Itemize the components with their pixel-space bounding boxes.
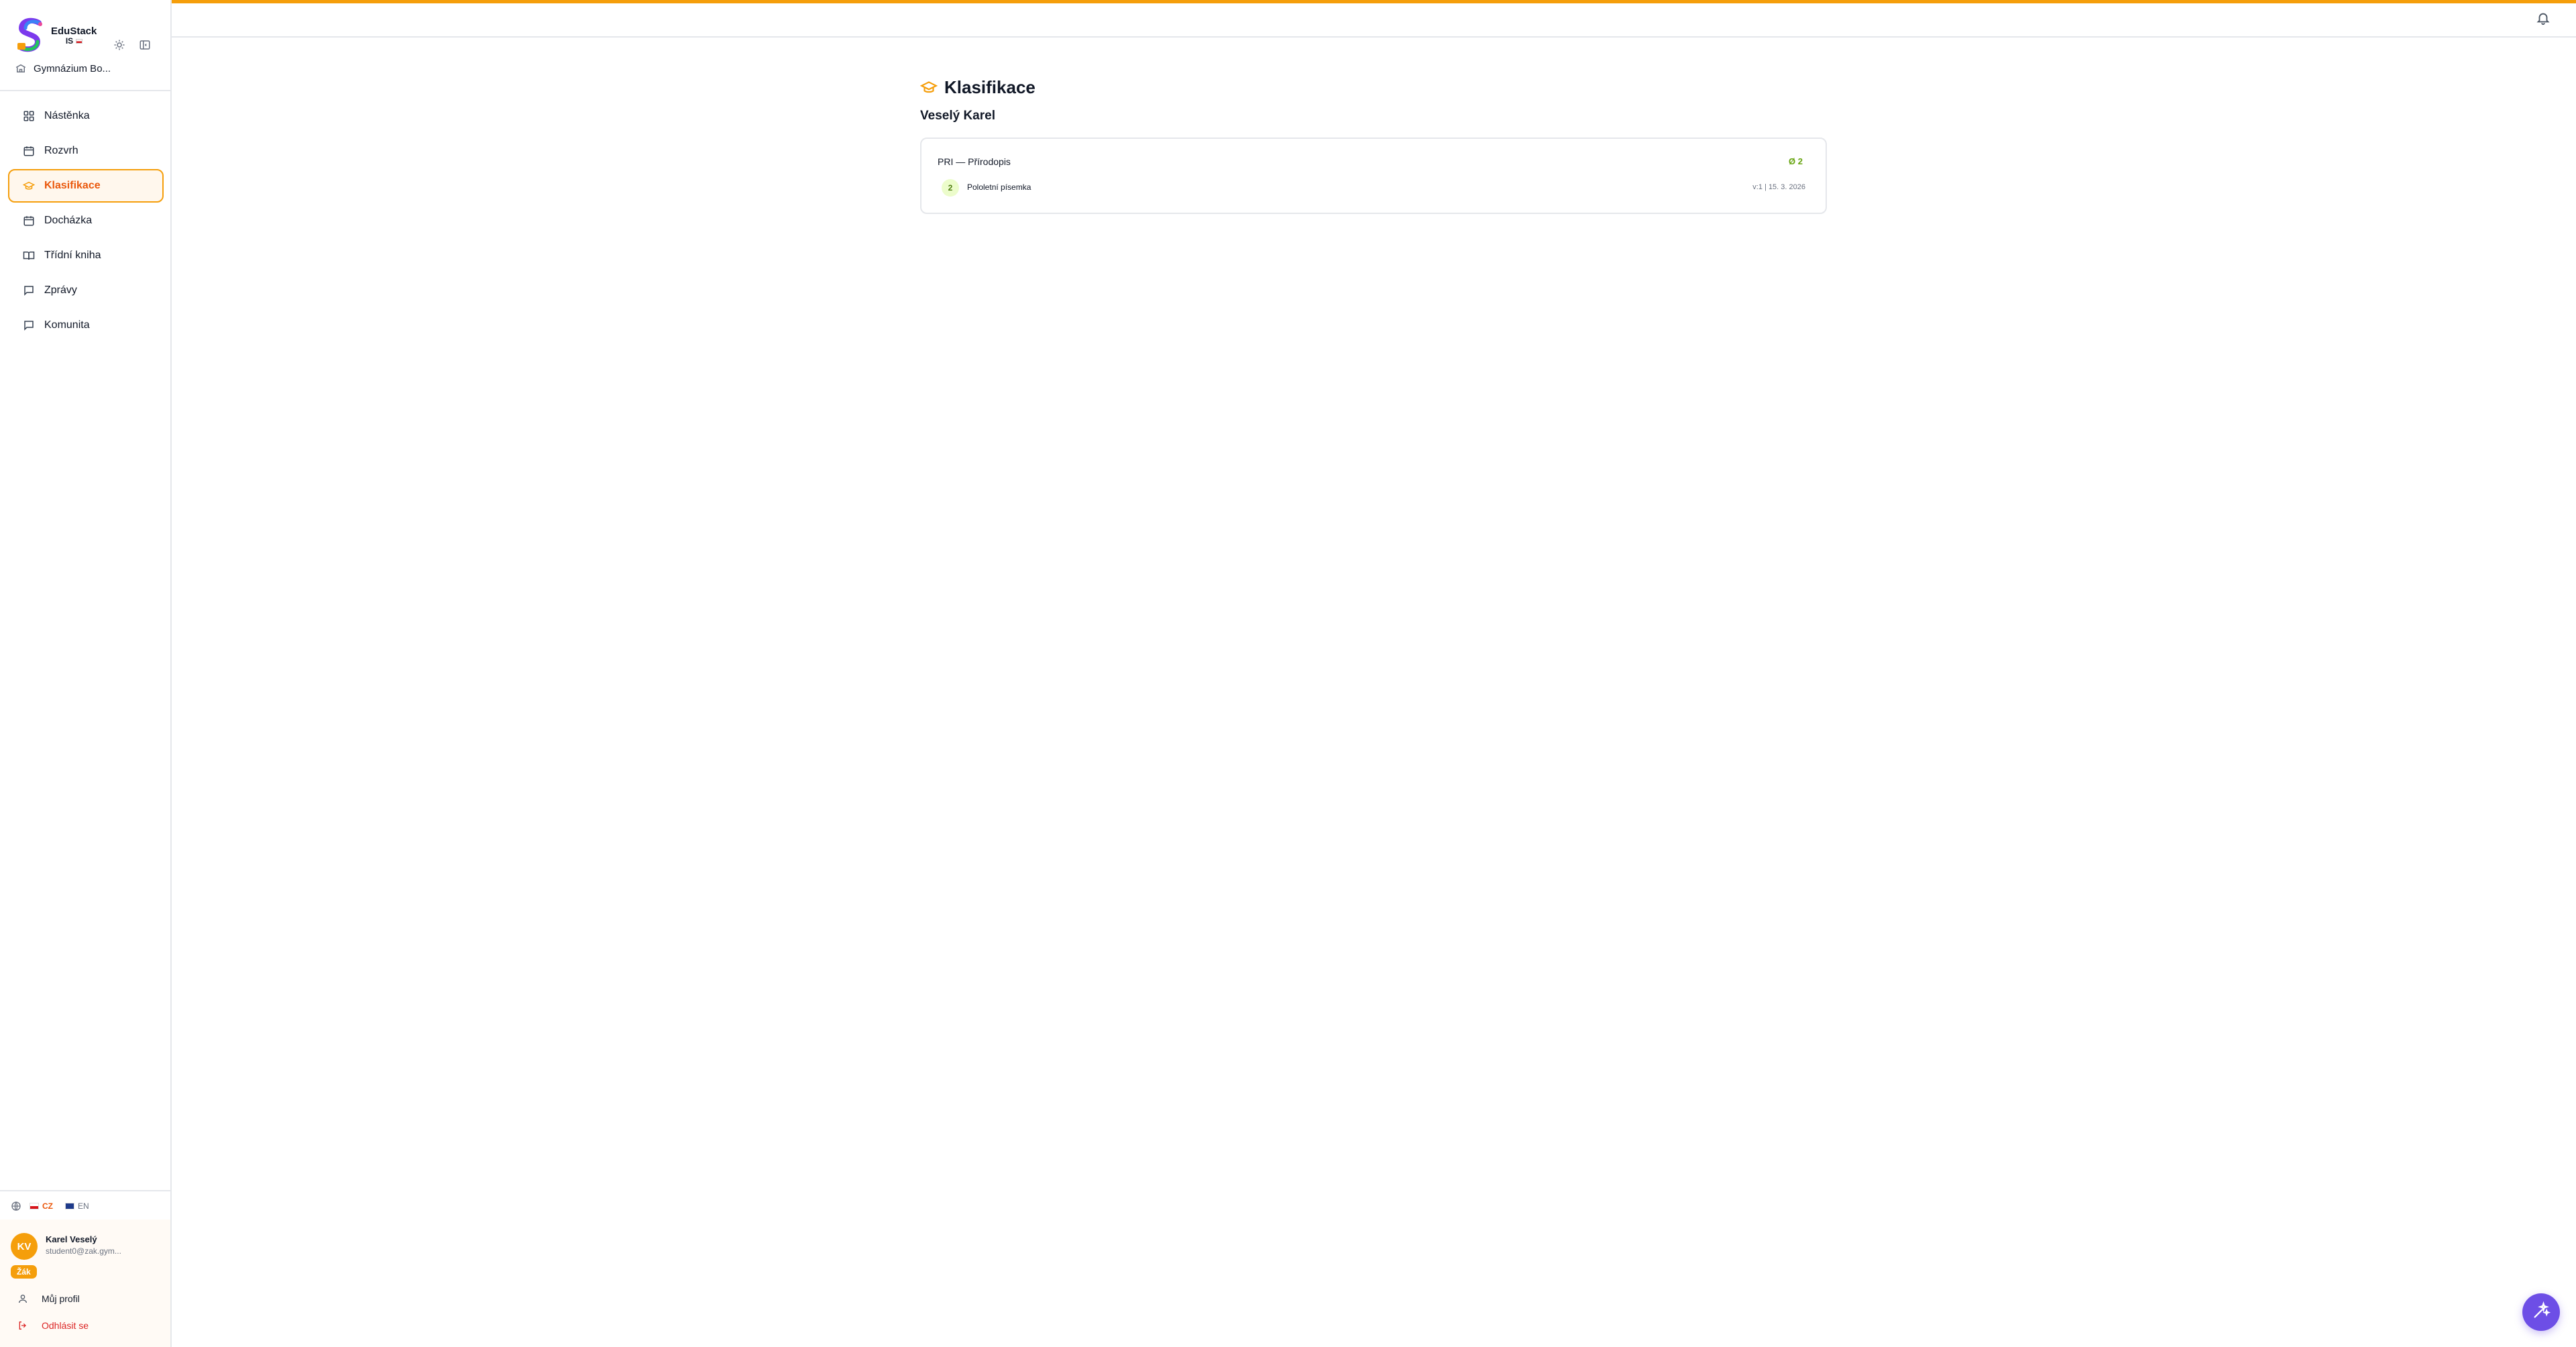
- language-option-cz[interactable]: CZ: [30, 1201, 53, 1211]
- brand-name: EduStack IS: [51, 25, 97, 46]
- logout-icon: [17, 1320, 28, 1331]
- book-open-icon: [23, 250, 35, 262]
- sidebar-item-komunita[interactable]: Komunita: [8, 309, 164, 342]
- sidebar-item-label: Komunita: [44, 319, 90, 331]
- page-title: Klasifikace: [919, 75, 1035, 99]
- sidebar-item-rozvrh[interactable]: Rozvrh: [8, 134, 164, 168]
- calendar-icon: [23, 145, 35, 157]
- sidebar-item-label: Klasifikace: [44, 180, 101, 191]
- ai-assistant-button[interactable]: [2522, 1293, 2560, 1331]
- flag-cz-icon: [75, 39, 82, 44]
- calendar-check-icon: [23, 215, 35, 227]
- brand-name-line2: IS: [51, 36, 97, 46]
- graduation-cap-icon: [919, 78, 938, 96]
- sidebar: EduStack IS Gymnázium Bo... Nástěnka Roz: [0, 0, 172, 1347]
- grade-name: Pololetní písemka: [967, 182, 1031, 192]
- subject-card: PRI — Přírodopis Ø 2 2 Pololetní písemka…: [920, 138, 1827, 214]
- my-profile-link[interactable]: Můj profil: [17, 1291, 80, 1307]
- user-icon: [17, 1293, 28, 1304]
- collapse-sidebar-icon[interactable]: [137, 37, 153, 53]
- sidebar-item-tridni-kniha[interactable]: Třídní kniha: [8, 239, 164, 272]
- logout-label: Odhlásit se: [42, 1320, 89, 1331]
- user-email: student0@zak.gym...: [46, 1246, 121, 1256]
- message-icon: [23, 319, 35, 331]
- top-bar: [172, 0, 2576, 38]
- notifications-bell-icon[interactable]: [2536, 11, 2552, 27]
- subject-average: Ø 2: [1789, 156, 1803, 166]
- student-name: Veselý Karel: [920, 109, 995, 123]
- sidebar-item-label: Zprávy: [44, 284, 77, 296]
- sidebar-item-nastenka[interactable]: Nástěnka: [8, 99, 164, 133]
- school-building-icon: [15, 62, 27, 74]
- language-option-en[interactable]: EN: [65, 1201, 89, 1211]
- subject-name: PRI — Přírodopis: [938, 156, 1011, 167]
- brand-name-is: IS: [65, 36, 74, 46]
- sidebar-item-label: Nástěnka: [44, 110, 90, 121]
- user-panel: KV Karel Veselý student0@zak.gym... Žák …: [0, 1220, 170, 1347]
- sidebar-item-label: Docházka: [44, 215, 93, 226]
- message-icon: [23, 284, 35, 297]
- language-code: EN: [78, 1201, 89, 1211]
- school-selector[interactable]: Gymnázium Bo...: [15, 59, 162, 78]
- sidebar-nav: Nástěnka Rozvrh Klasifikace Docházka Tří…: [8, 99, 164, 343]
- brand-name-line1: EduStack: [51, 25, 97, 37]
- role-badge: Žák: [11, 1265, 37, 1279]
- page-title-text: Klasifikace: [944, 76, 1035, 97]
- language-switcher: CZ EN: [11, 1198, 101, 1214]
- sidebar-divider-bottom: [0, 1190, 170, 1191]
- sidebar-item-klasifikace[interactable]: Klasifikace: [8, 169, 164, 203]
- dashboard-icon: [23, 110, 35, 122]
- edustack-logo-icon: [15, 17, 47, 55]
- sidebar-divider-top: [0, 90, 170, 91]
- sparkles-icon: [2532, 1301, 2551, 1324]
- theme-toggle-sun-icon[interactable]: [111, 37, 127, 53]
- language-code: CZ: [42, 1201, 53, 1211]
- grade-badge[interactable]: 2: [942, 179, 959, 197]
- sidebar-item-label: Rozvrh: [44, 145, 78, 156]
- graduation-cap-icon: [23, 180, 35, 192]
- logout-link[interactable]: Odhlásit se: [17, 1317, 89, 1334]
- app-root: EduStack IS Gymnázium Bo... Nástěnka Roz: [0, 0, 2576, 1347]
- avatar[interactable]: KV: [11, 1233, 38, 1260]
- sidebar-item-label: Třídní kniha: [44, 250, 101, 261]
- user-name: Karel Veselý: [46, 1234, 97, 1244]
- main-content: Klasifikace Veselý Karel PRI — Přírodopi…: [172, 0, 2576, 1347]
- top-accent-bar: [172, 0, 2576, 3]
- sidebar-item-dochazka[interactable]: Docházka: [8, 204, 164, 237]
- my-profile-label: Můj profil: [42, 1293, 80, 1304]
- flag-gb-icon: [65, 1203, 74, 1209]
- globe-icon: [11, 1201, 21, 1211]
- school-name: Gymnázium Bo...: [34, 62, 111, 74]
- flag-cz-icon: [30, 1203, 39, 1209]
- grade-meta: v:1 | 15. 3. 2026: [1752, 183, 1805, 191]
- sidebar-item-zpravy[interactable]: Zprávy: [8, 274, 164, 307]
